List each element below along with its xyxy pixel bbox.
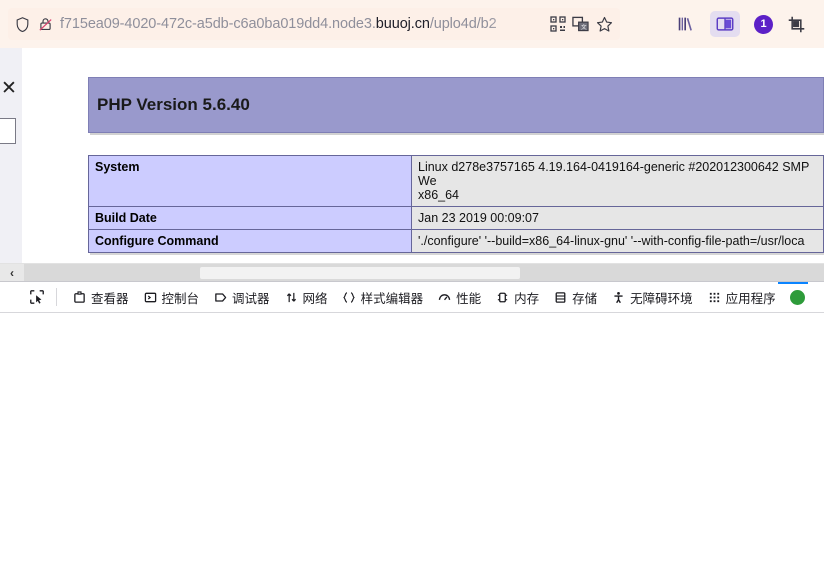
performance-icon xyxy=(437,290,452,305)
page-horizontal-scrollbar[interactable]: ‹ xyxy=(0,263,824,282)
browser-right-icons: 1 xyxy=(676,11,816,37)
row-value: Jan 23 2019 00:09:07 xyxy=(411,206,824,230)
tab-accessibility[interactable]: 无障碍环境 xyxy=(604,282,700,312)
tab-label: 查看器 xyxy=(91,291,129,306)
screenshot-crop-icon[interactable] xyxy=(787,15,806,34)
console-icon xyxy=(143,290,158,305)
lock-crossed-icon[interactable] xyxy=(37,16,54,33)
scrollbar-thumb[interactable] xyxy=(200,267,520,279)
web-page-content: ✕ PHP Version 5.6.40 System Linux d278e3… xyxy=(0,48,824,266)
storage-icon xyxy=(553,290,568,305)
phpinfo-table: System Linux d278e3757165 4.19.164-04191… xyxy=(88,155,824,253)
url-domain: buuoj.cn xyxy=(375,16,430,32)
tab-network[interactable]: 网络 xyxy=(277,282,335,312)
tab-label: 无障碍环境 xyxy=(630,291,693,306)
toolbar-divider xyxy=(56,288,57,306)
style-editor-icon xyxy=(342,290,357,305)
qr-code-icon[interactable] xyxy=(550,16,566,32)
row-value-line2: x86_64 xyxy=(418,188,460,202)
row-label: Configure Command xyxy=(88,229,412,253)
left-side-panel: ✕ xyxy=(0,48,23,266)
table-row: System Linux d278e3757165 4.19.164-04191… xyxy=(88,155,824,207)
url-path: /uplo4d/b2 xyxy=(429,16,497,32)
row-value: './configure' '--build=x86_64-linux-gnu'… xyxy=(411,229,824,253)
table-row: Configure Command './configure' '--build… xyxy=(88,229,824,253)
accessibility-icon xyxy=(611,290,626,305)
library-icon[interactable] xyxy=(676,14,696,34)
url-prefix: f715ea09-4020-472c-a5db-c6a0ba019dd4.nod… xyxy=(60,16,376,32)
tab-memory[interactable]: 内存 xyxy=(488,282,546,312)
notification-badge[interactable]: 1 xyxy=(754,14,773,34)
element-picker-icon[interactable] xyxy=(26,286,48,308)
address-bar-text[interactable]: f715ea09-4020-472c-a5db-c6a0ba019dd4.nod… xyxy=(60,16,544,32)
inspector-icon xyxy=(72,290,87,305)
tab-label: 内存 xyxy=(514,291,540,306)
debugger-icon xyxy=(213,290,228,305)
table-row: Build Date Jan 23 2019 00:09:07 xyxy=(88,206,824,230)
star-bookmark-icon[interactable] xyxy=(595,15,614,34)
scroll-left-arrow-icon[interactable]: ‹ xyxy=(0,264,24,282)
tab-label: 存储 xyxy=(572,291,598,306)
tab-hackbar[interactable] xyxy=(777,282,812,312)
hackbar-green-circle-icon xyxy=(789,289,805,305)
address-bar[interactable]: f715ea09-4020-472c-a5db-c6a0ba019dd4.nod… xyxy=(8,8,620,40)
svg-text:文: 文 xyxy=(581,23,587,31)
close-x-icon[interactable]: ✕ xyxy=(0,79,18,98)
tab-console[interactable]: 控制台 xyxy=(136,282,207,312)
tab-label: 控制台 xyxy=(161,291,200,306)
tab-inspector[interactable]: 查看器 xyxy=(65,282,136,312)
active-tab-indicator xyxy=(777,282,808,284)
scrollbar-track[interactable] xyxy=(24,264,824,282)
application-icon xyxy=(707,290,722,305)
row-value-line1: Linux d278e3757165 4.19.164-0419164-gene… xyxy=(418,160,810,188)
devtools-panel: 查看器 控制台 调试器 网络 样式编辑器 性能 内存 存储 无障碍环境 应用程序 xyxy=(0,281,824,571)
row-label: System xyxy=(88,155,412,207)
tab-label: 调试器 xyxy=(232,291,270,306)
tab-style-editor[interactable]: 样式编辑器 xyxy=(335,282,431,312)
tab-label: 应用程序 xyxy=(725,291,776,306)
row-value: Linux d278e3757165 4.19.164-0419164-gene… xyxy=(411,155,824,207)
row-label: Build Date xyxy=(88,206,412,230)
tab-performance[interactable]: 性能 xyxy=(430,282,488,312)
tab-storage[interactable]: 存储 xyxy=(546,282,604,312)
tab-application[interactable]: 应用程序 xyxy=(700,282,783,312)
translate-icon[interactable]: 文 xyxy=(572,16,589,32)
phpinfo-document: PHP Version 5.6.40 System Linux d278e375… xyxy=(22,48,824,266)
memory-icon xyxy=(495,290,510,305)
shield-icon[interactable] xyxy=(14,16,31,33)
screen-root: f715ea09-4020-472c-a5db-c6a0ba019dd4.nod… xyxy=(0,0,824,571)
php-version-banner: PHP Version 5.6.40 xyxy=(88,77,824,133)
side-panel-input[interactable] xyxy=(0,118,16,144)
page-title: PHP Version 5.6.40 xyxy=(97,95,250,114)
browser-toolbar: f715ea09-4020-472c-a5db-c6a0ba019dd4.nod… xyxy=(0,0,824,48)
tab-label: 网络 xyxy=(302,291,328,306)
tab-label: 性能 xyxy=(456,291,482,306)
reader-view-icon[interactable] xyxy=(710,11,740,37)
network-icon xyxy=(284,290,299,305)
tab-label: 样式编辑器 xyxy=(360,291,424,306)
tab-debugger[interactable]: 调试器 xyxy=(206,282,277,312)
devtools-tabbar: 查看器 控制台 调试器 网络 样式编辑器 性能 内存 存储 无障碍环境 应用程序 xyxy=(0,282,824,313)
